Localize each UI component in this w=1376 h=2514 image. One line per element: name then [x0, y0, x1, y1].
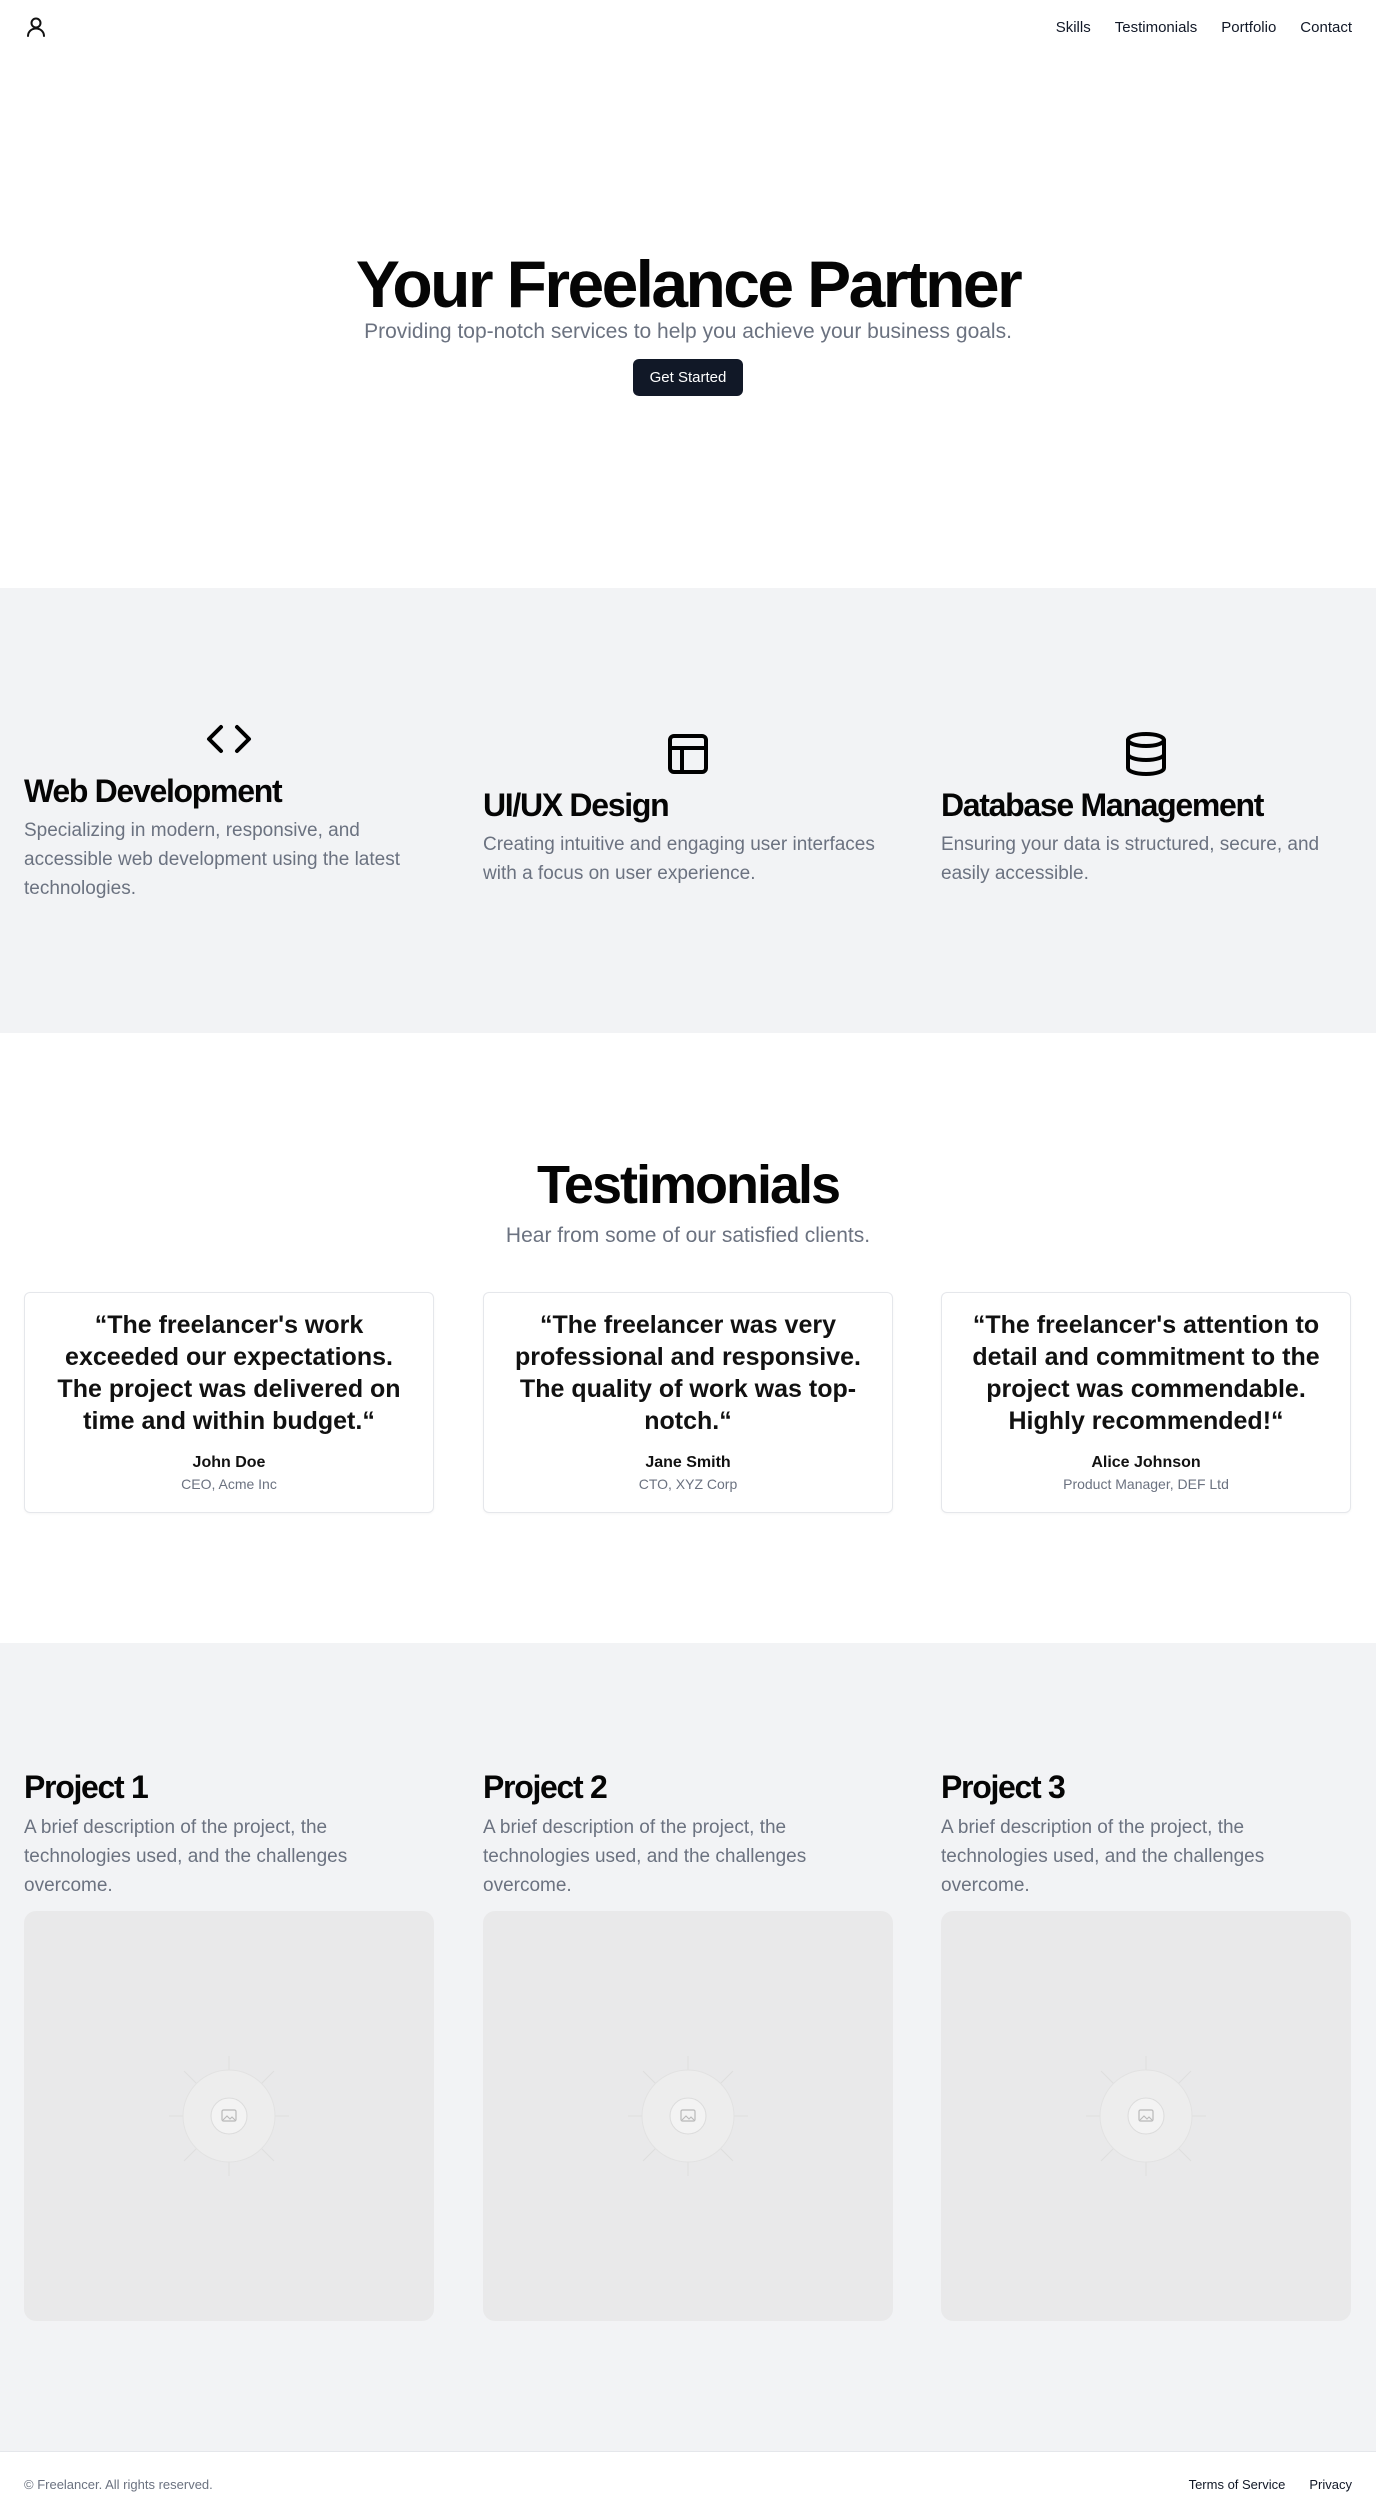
hero-subtitle: Providing top-notch services to help you…: [364, 320, 1012, 343]
code-icon: [205, 715, 253, 763]
site-footer: © Freelancer. All rights reserved. Terms…: [0, 2451, 1376, 2514]
hero-title: Your Freelance Partner: [355, 247, 1023, 321]
skill-description: Specializing in modern, responsive, and …: [24, 820, 401, 899]
nav-link-testimonials[interactable]: Testimonials: [1115, 18, 1198, 38]
nav-link-portfolio[interactable]: Portfolio: [1221, 18, 1276, 38]
main-nav: Skills Testimonials Portfolio Contact: [1056, 18, 1352, 38]
project-title: Project 2: [483, 1769, 608, 1805]
testimonial-quote: “The freelancer's attention to detail an…: [972, 1311, 1320, 1435]
testimonial-author: Alice Johnson: [1091, 1454, 1201, 1471]
skill-title: UI/UX Design: [483, 787, 670, 823]
testimonials-title: Testimonials: [536, 1155, 841, 1215]
image-placeholder-icon: [628, 2056, 748, 2176]
user-icon[interactable]: [24, 15, 48, 39]
project-description: A brief description of the project, the …: [941, 1817, 1265, 1896]
testimonial-role: Product Manager, DEF Ltd: [1063, 1476, 1229, 1492]
testimonial-role: CEO, Acme Inc: [181, 1476, 277, 1492]
project-description: A brief description of the project, the …: [24, 1817, 348, 1896]
testimonials-section: Testimonials Hear from some of our satis…: [0, 1033, 1376, 1643]
testimonials-subtitle: Hear from some of our satisfied clients.: [505, 1224, 871, 1247]
image-placeholder-icon: [169, 2056, 289, 2176]
skills-section: Web Development Specializing in modern, …: [0, 588, 1376, 1033]
project-description: A brief description of the project, the …: [483, 1817, 807, 1896]
nav-link-contact[interactable]: Contact: [1300, 18, 1352, 38]
project-image[interactable]: [941, 1911, 1351, 2321]
layout-icon: [664, 730, 712, 778]
skill-title: Database Management: [941, 787, 1264, 823]
privacy-link[interactable]: Privacy: [1309, 2476, 1352, 2494]
project-image[interactable]: [24, 1911, 434, 2321]
testimonial-author: John Doe: [192, 1454, 266, 1471]
project-title: Project 1: [24, 1769, 149, 1805]
get-started-button[interactable]: Get Started: [633, 359, 743, 396]
testimonial-card: “The freelancer was very professional an…: [483, 1292, 893, 1513]
testimonial-quote: “The freelancer was very professional an…: [515, 1311, 861, 1435]
project-title: Project 3: [941, 1769, 1066, 1805]
image-placeholder-icon: [1086, 2056, 1206, 2176]
testimonial-role: CTO, XYZ Corp: [638, 1476, 738, 1492]
site-header: Skills Testimonials Portfolio Contact: [0, 0, 1376, 56]
testimonial-card: “The freelancer's attention to detail an…: [941, 1292, 1351, 1513]
project-image[interactable]: [483, 1911, 893, 2321]
footer-links: Terms of Service Privacy: [1189, 2476, 1352, 2494]
terms-of-service-link[interactable]: Terms of Service: [1189, 2476, 1286, 2494]
nav-link-skills[interactable]: Skills: [1056, 18, 1091, 38]
copyright-text: © Freelancer. All rights reserved.: [24, 2477, 213, 2492]
portfolio-section: Project 1 A brief description of the pro…: [0, 1643, 1376, 2451]
testimonial-quote: “The freelancer's work exceeded our expe…: [57, 1311, 401, 1435]
skill-title: Web Development: [24, 773, 283, 809]
testimonial-card: “The freelancer's work exceeded our expe…: [24, 1292, 434, 1513]
skill-description: Ensuring your data is structured, secure…: [941, 834, 1320, 884]
hero-section: Your Freelance Partner Providing top-not…: [0, 56, 1376, 588]
testimonial-author: Jane Smith: [645, 1454, 731, 1471]
database-icon: [1122, 730, 1170, 778]
skill-description: Creating intuitive and engaging user int…: [483, 834, 875, 884]
